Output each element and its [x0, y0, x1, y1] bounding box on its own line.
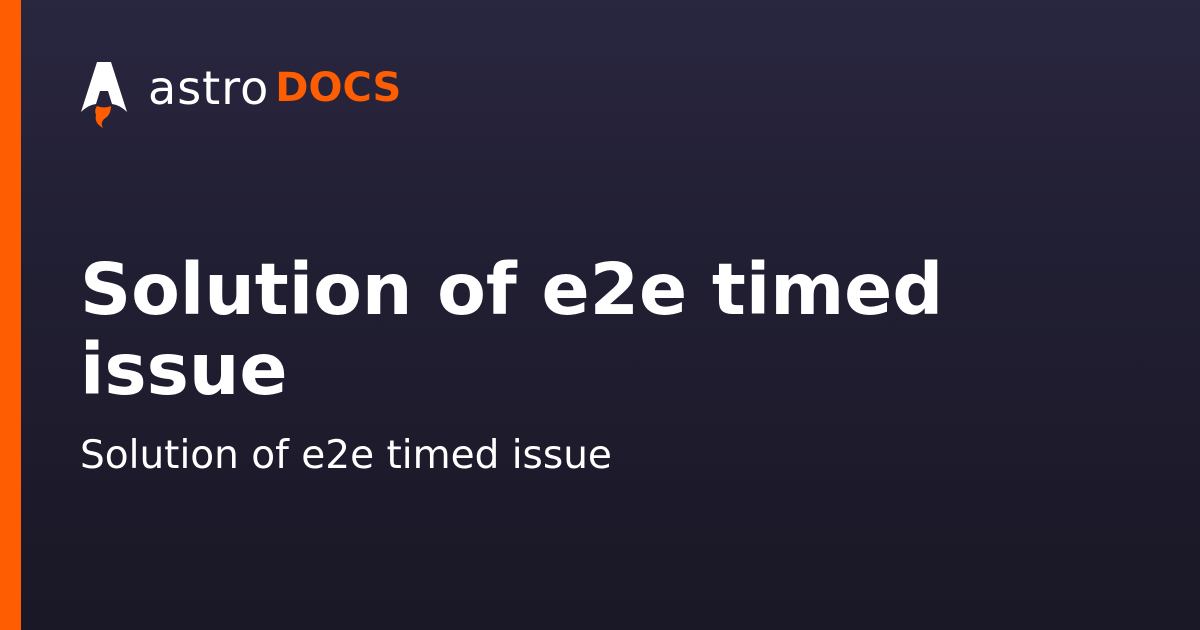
wordmark-astro: astro	[148, 61, 270, 115]
page-title: Solution of e2e timed issue	[80, 248, 944, 411]
astro-docs-logo: astro DOCS	[80, 60, 401, 130]
wordmark: astro DOCS	[148, 65, 401, 111]
page-description: Solution of e2e timed issue	[80, 433, 612, 478]
wordmark-docs: DOCS	[275, 65, 402, 111]
accent-bar	[0, 0, 21, 630]
astro-rocket-icon	[81, 62, 127, 128]
